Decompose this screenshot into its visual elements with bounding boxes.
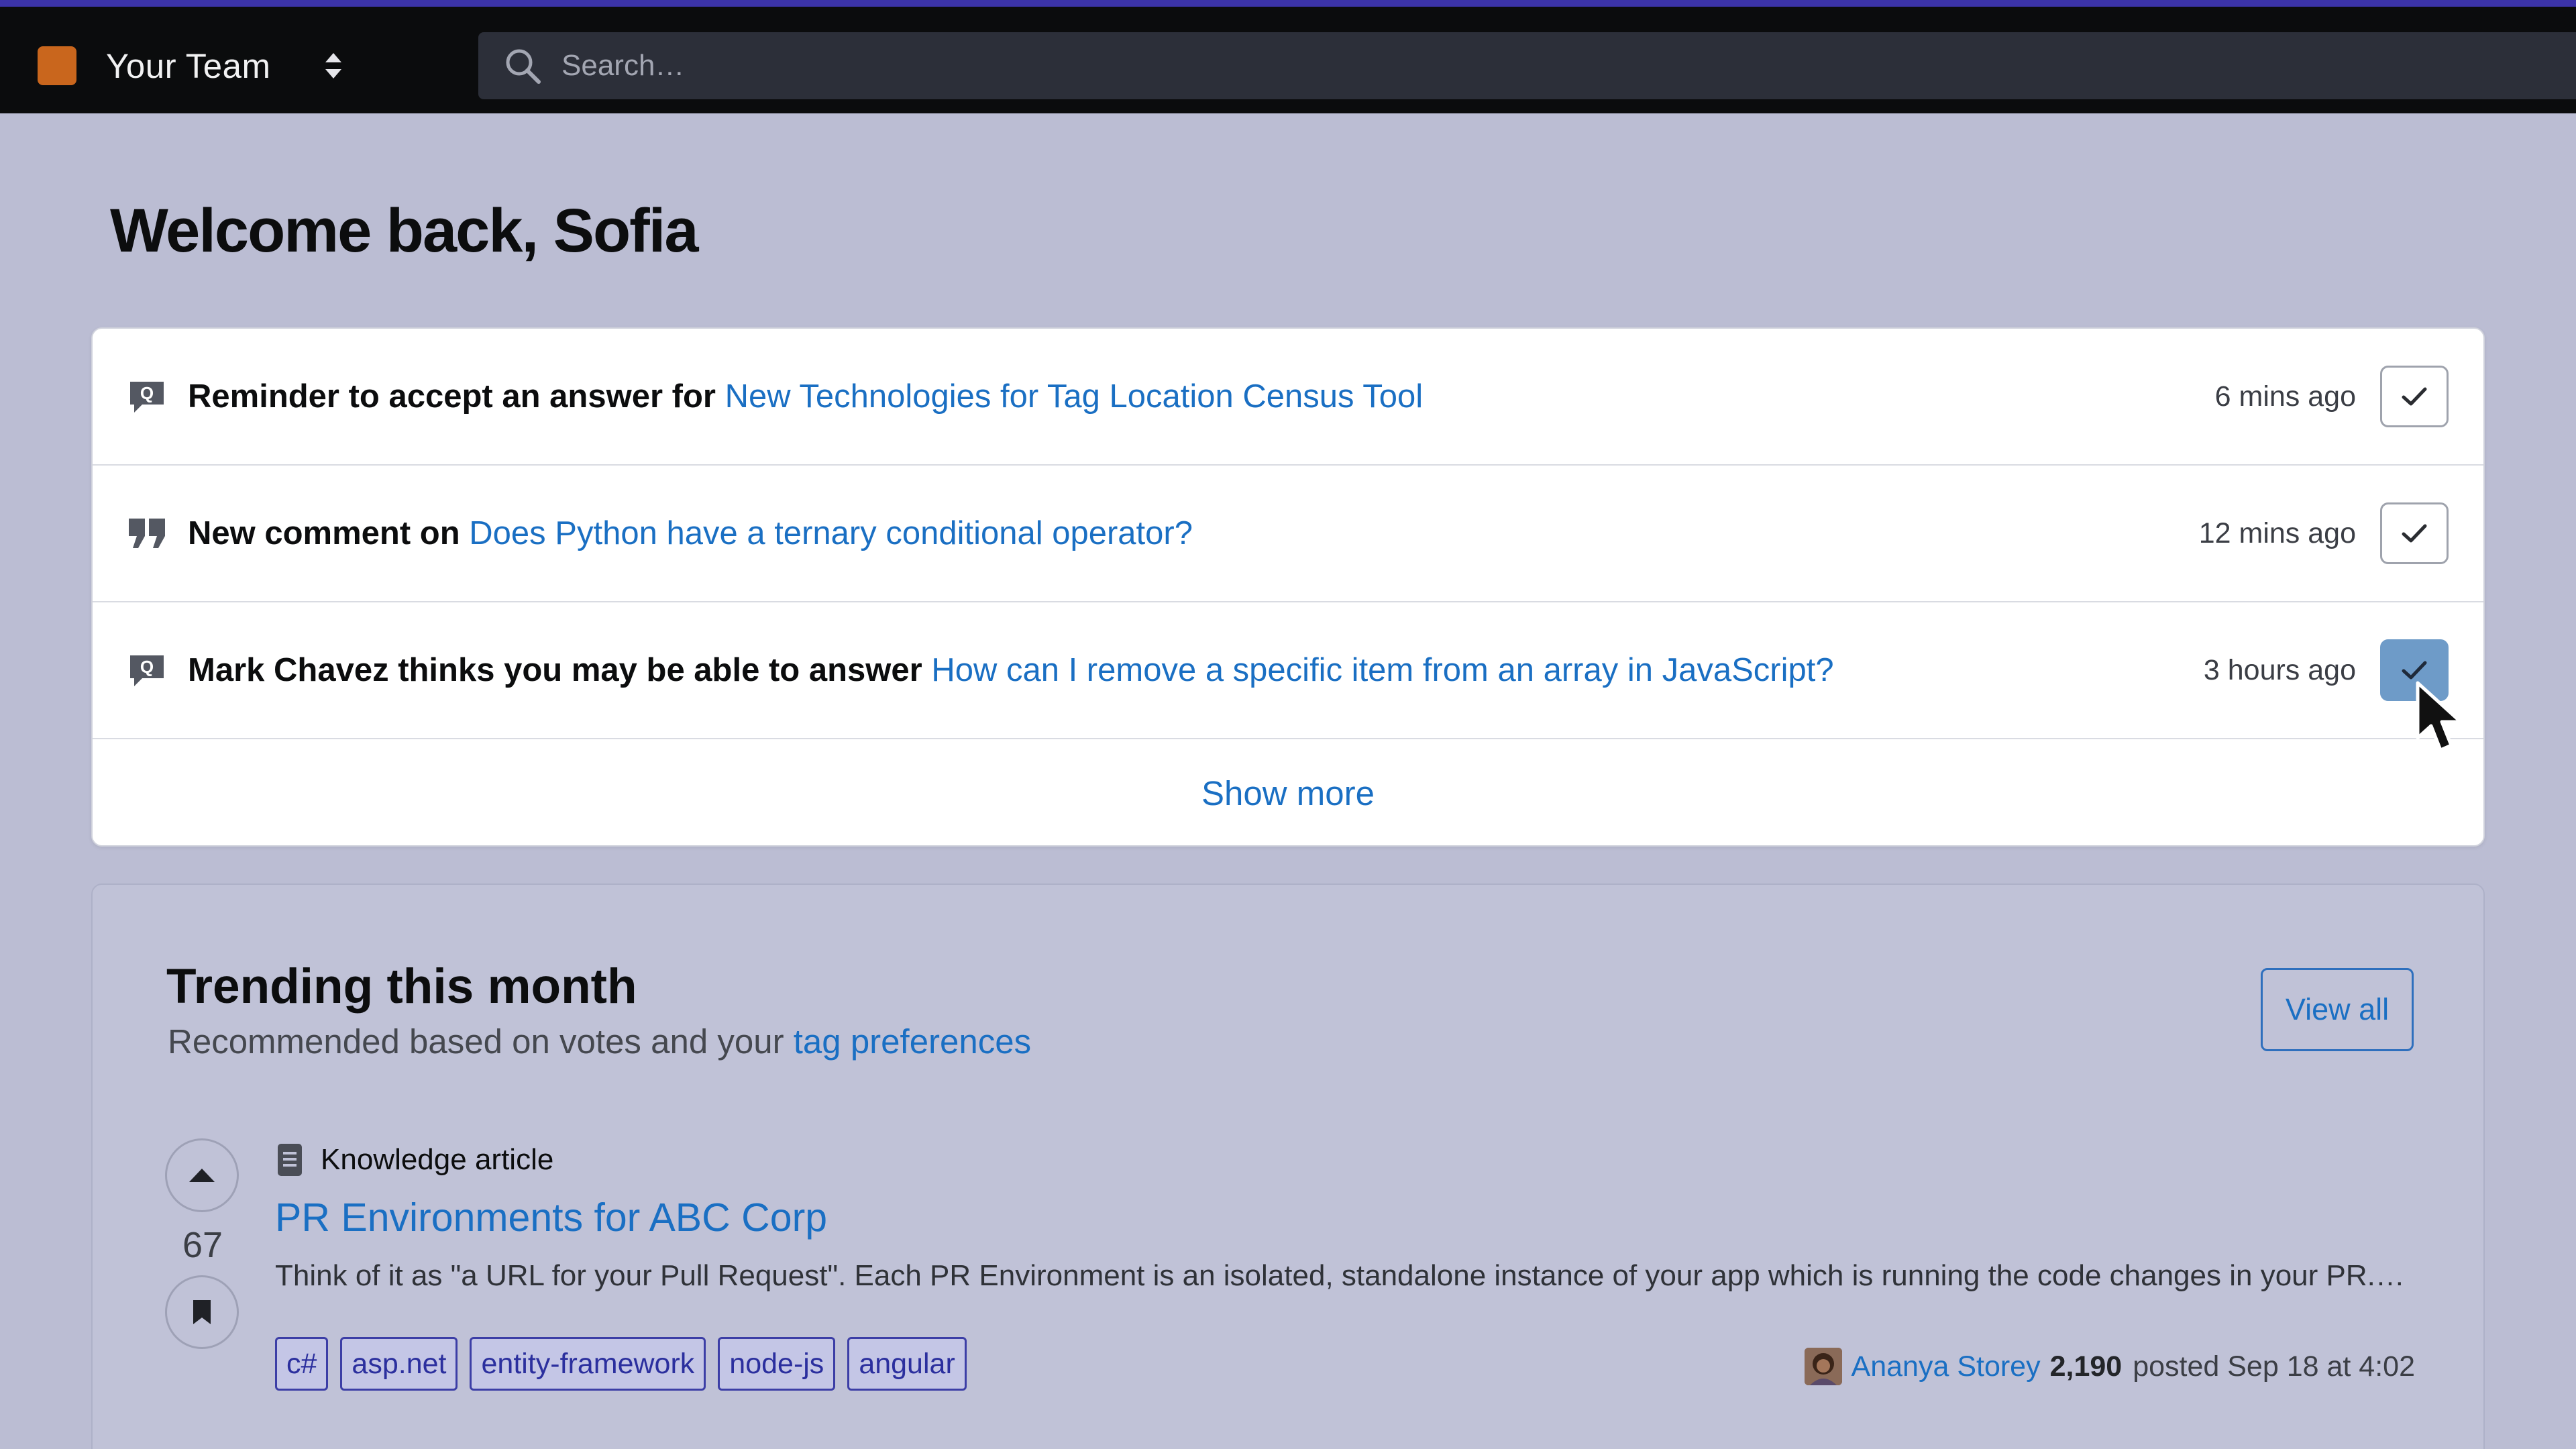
question-icon: Q bbox=[130, 382, 164, 413]
show-more-link[interactable]: Show more bbox=[93, 739, 2483, 845]
tag[interactable]: angular bbox=[847, 1337, 967, 1391]
view-all-button[interactable]: View all bbox=[2261, 968, 2414, 1051]
post-excerpt: Think of it as "a URL for your Pull Requ… bbox=[275, 1259, 2405, 1292]
sort-updown-icon bbox=[325, 53, 341, 78]
notifications-card: Q Reminder to accept an answer for New T… bbox=[91, 327, 2485, 847]
mark-read-button[interactable] bbox=[2380, 366, 2449, 427]
upvote-button[interactable] bbox=[165, 1138, 239, 1212]
mouse-cursor-icon bbox=[2416, 681, 2463, 752]
notification-row: Q Mark Chavez thinks you may be able to … bbox=[93, 602, 2483, 739]
notification-time: 6 mins ago bbox=[2214, 380, 2356, 413]
svg-text:Q: Q bbox=[140, 383, 154, 403]
notification-text: Mark Chavez thinks you may be able to an… bbox=[188, 651, 1834, 689]
svg-text:Q: Q bbox=[140, 657, 154, 677]
post-author-line: Ananya Storey 2,190 posted Sep 18 at 4:0… bbox=[1804, 1348, 2415, 1385]
avatar[interactable] bbox=[1804, 1348, 1842, 1385]
trending-subtitle: Recommended based on votes and your tag … bbox=[168, 1022, 1031, 1061]
notification-prefix: Mark Chavez thinks you may be able to an… bbox=[188, 652, 922, 688]
trending-title: Trending this month bbox=[166, 959, 637, 1014]
notification-link[interactable]: Does Python have a ternary conditional o… bbox=[469, 515, 1193, 551]
tag[interactable]: asp.net bbox=[340, 1337, 458, 1391]
tag-preferences-link[interactable]: tag preferences bbox=[794, 1022, 1031, 1061]
comment-icon bbox=[129, 519, 165, 548]
trending-card: Trending this month Recommended based on… bbox=[91, 883, 2485, 1449]
bookmark-button[interactable] bbox=[165, 1275, 239, 1349]
notification-text: Reminder to accept an answer for New Tec… bbox=[188, 378, 1423, 415]
tag[interactable]: node-js bbox=[718, 1337, 836, 1391]
search-input[interactable] bbox=[561, 39, 2576, 93]
upvote-arrow-icon bbox=[189, 1169, 215, 1182]
check-icon bbox=[2402, 524, 2427, 543]
notification-prefix: New comment on bbox=[188, 515, 460, 551]
tag[interactable]: entity-framework bbox=[470, 1337, 706, 1391]
question-icon: Q bbox=[130, 655, 164, 686]
trending-post: Knowledge article PR Environments for AB… bbox=[275, 1140, 2415, 1293]
notification-link[interactable]: New Technologies for Tag Location Census… bbox=[725, 378, 1424, 415]
check-icon bbox=[2402, 661, 2427, 680]
notification-row: New comment on Does Python have a ternar… bbox=[93, 466, 2483, 602]
post-type-label: Knowledge article bbox=[321, 1143, 554, 1176]
post-tags: c# asp.net entity-framework node-js angu… bbox=[275, 1337, 979, 1391]
notification-link[interactable]: How can I remove a specific item from an… bbox=[931, 652, 1833, 688]
page-title: Welcome back, Sofia bbox=[110, 197, 699, 265]
bookmark-icon bbox=[193, 1300, 211, 1324]
top-bar: Your Team bbox=[0, 0, 2576, 113]
team-logo bbox=[38, 46, 76, 85]
vote-controls: 67 bbox=[165, 1138, 240, 1349]
team-name: Your Team bbox=[106, 46, 271, 85]
article-icon bbox=[278, 1144, 302, 1176]
post-type: Knowledge article bbox=[275, 1140, 2415, 1180]
mark-read-button[interactable] bbox=[2380, 502, 2449, 564]
post-date: posted Sep 18 at 4:02 bbox=[2133, 1350, 2415, 1383]
team-switcher[interactable]: Your Team bbox=[38, 39, 343, 93]
notification-time: 3 hours ago bbox=[2203, 653, 2356, 686]
trending-subtitle-text: Recommended based on votes and your bbox=[168, 1022, 784, 1061]
notification-time: 12 mins ago bbox=[2198, 517, 2356, 549]
notification-prefix: Reminder to accept an answer for bbox=[188, 378, 716, 415]
author-reputation: 2,190 bbox=[2049, 1350, 2123, 1383]
search-box[interactable] bbox=[478, 32, 2576, 99]
notification-row: Q Reminder to accept an answer for New T… bbox=[93, 329, 2483, 466]
vote-count: 67 bbox=[182, 1225, 223, 1265]
tag[interactable]: c# bbox=[275, 1337, 329, 1391]
search-icon bbox=[506, 49, 541, 84]
post-title-link[interactable]: PR Environments for ABC Corp bbox=[275, 1195, 2415, 1240]
author-name-link[interactable]: Ananya Storey bbox=[1851, 1350, 2041, 1383]
check-icon bbox=[2402, 387, 2427, 406]
notification-text: New comment on Does Python have a ternar… bbox=[188, 515, 1193, 552]
